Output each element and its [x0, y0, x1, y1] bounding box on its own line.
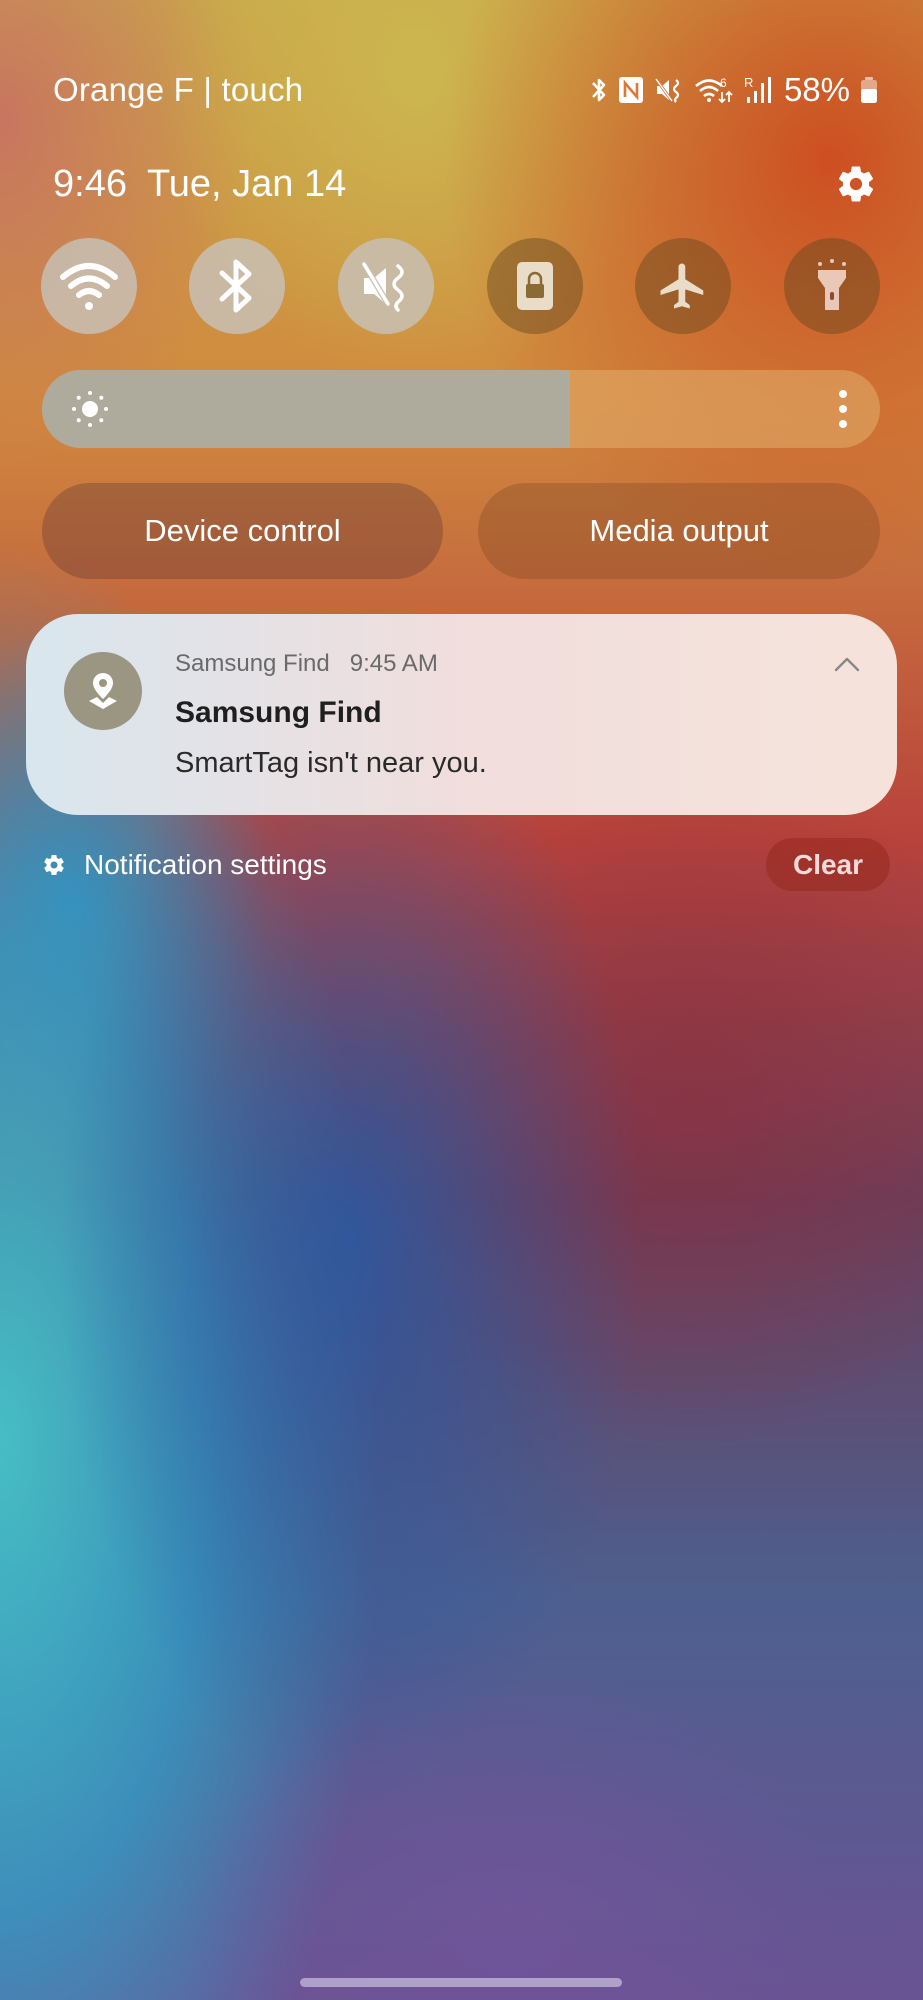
status-bar: Orange F | touch 6 R 58% — [53, 68, 878, 112]
wifi-6-data-icon: 6 — [694, 74, 734, 106]
notification-body: SmartTag isn't near you. — [175, 747, 487, 779]
quick-settings-toggles — [41, 238, 881, 334]
rotation-lock-icon — [517, 262, 553, 310]
toggle-bluetooth[interactable] — [189, 238, 285, 334]
notification-app-name: Samsung Find — [175, 650, 330, 677]
notification-settings-label: Notification settings — [84, 849, 327, 880]
gear-icon — [838, 166, 874, 202]
battery-percent: 58% — [783, 71, 850, 108]
clock-date[interactable]: Tue, Jan 14 — [147, 163, 346, 206]
chevron-up-icon — [834, 657, 860, 672]
notification-time: 9:45 AM — [349, 650, 438, 677]
flashlight-icon — [818, 259, 846, 310]
toggle-airplane-mode[interactable] — [635, 238, 731, 334]
notification-settings-link[interactable]: Notification settings — [42, 846, 327, 884]
gear-icon — [44, 855, 64, 876]
clock-row: 9:46 Tue, Jan 14 — [53, 160, 878, 208]
toggle-rotation-lock[interactable] — [487, 238, 583, 334]
roaming-signal-icon: R — [744, 74, 772, 106]
home-indicator[interactable] — [300, 1978, 622, 1987]
toggle-flashlight[interactable] — [784, 238, 880, 334]
brightness-level-fill — [42, 370, 570, 448]
clock-time[interactable]: 9:46 — [53, 163, 127, 206]
collapse-button[interactable] — [831, 650, 863, 678]
clear-button[interactable]: Clear — [766, 838, 890, 891]
battery-icon — [860, 74, 878, 106]
app-icon — [64, 652, 142, 730]
svg-text:6: 6 — [720, 76, 727, 90]
media-output-button[interactable]: Media output — [478, 483, 880, 579]
airplane-icon — [660, 263, 704, 309]
bluetooth-icon — [219, 259, 252, 313]
notification-card[interactable]: Samsung Find 9:45 AM Samsung Find SmartT… — [26, 614, 897, 815]
notification-header: Samsung Find 9:45 AM — [175, 650, 438, 678]
toggle-wifi[interactable] — [41, 238, 137, 334]
status-icons: 6 R 58% — [590, 71, 878, 109]
toggle-sound-mode[interactable] — [338, 238, 434, 334]
wifi-icon — [60, 263, 118, 310]
device-control-button[interactable]: Device control — [42, 483, 443, 579]
nfc-icon — [618, 74, 644, 106]
mute-icon — [361, 262, 404, 312]
carrier-name: Orange F | touch — [53, 71, 304, 108]
bluetooth-icon — [590, 74, 608, 106]
more-vertical-icon[interactable] — [836, 388, 850, 430]
location-pin-icon — [89, 673, 117, 709]
settings-button[interactable] — [834, 162, 878, 206]
brightness-slider[interactable] — [42, 370, 880, 448]
svg-text:R: R — [744, 75, 753, 90]
mute-vibrate-icon — [654, 74, 684, 106]
notification-title: Samsung Find — [175, 696, 382, 729]
sun-icon — [72, 391, 108, 427]
